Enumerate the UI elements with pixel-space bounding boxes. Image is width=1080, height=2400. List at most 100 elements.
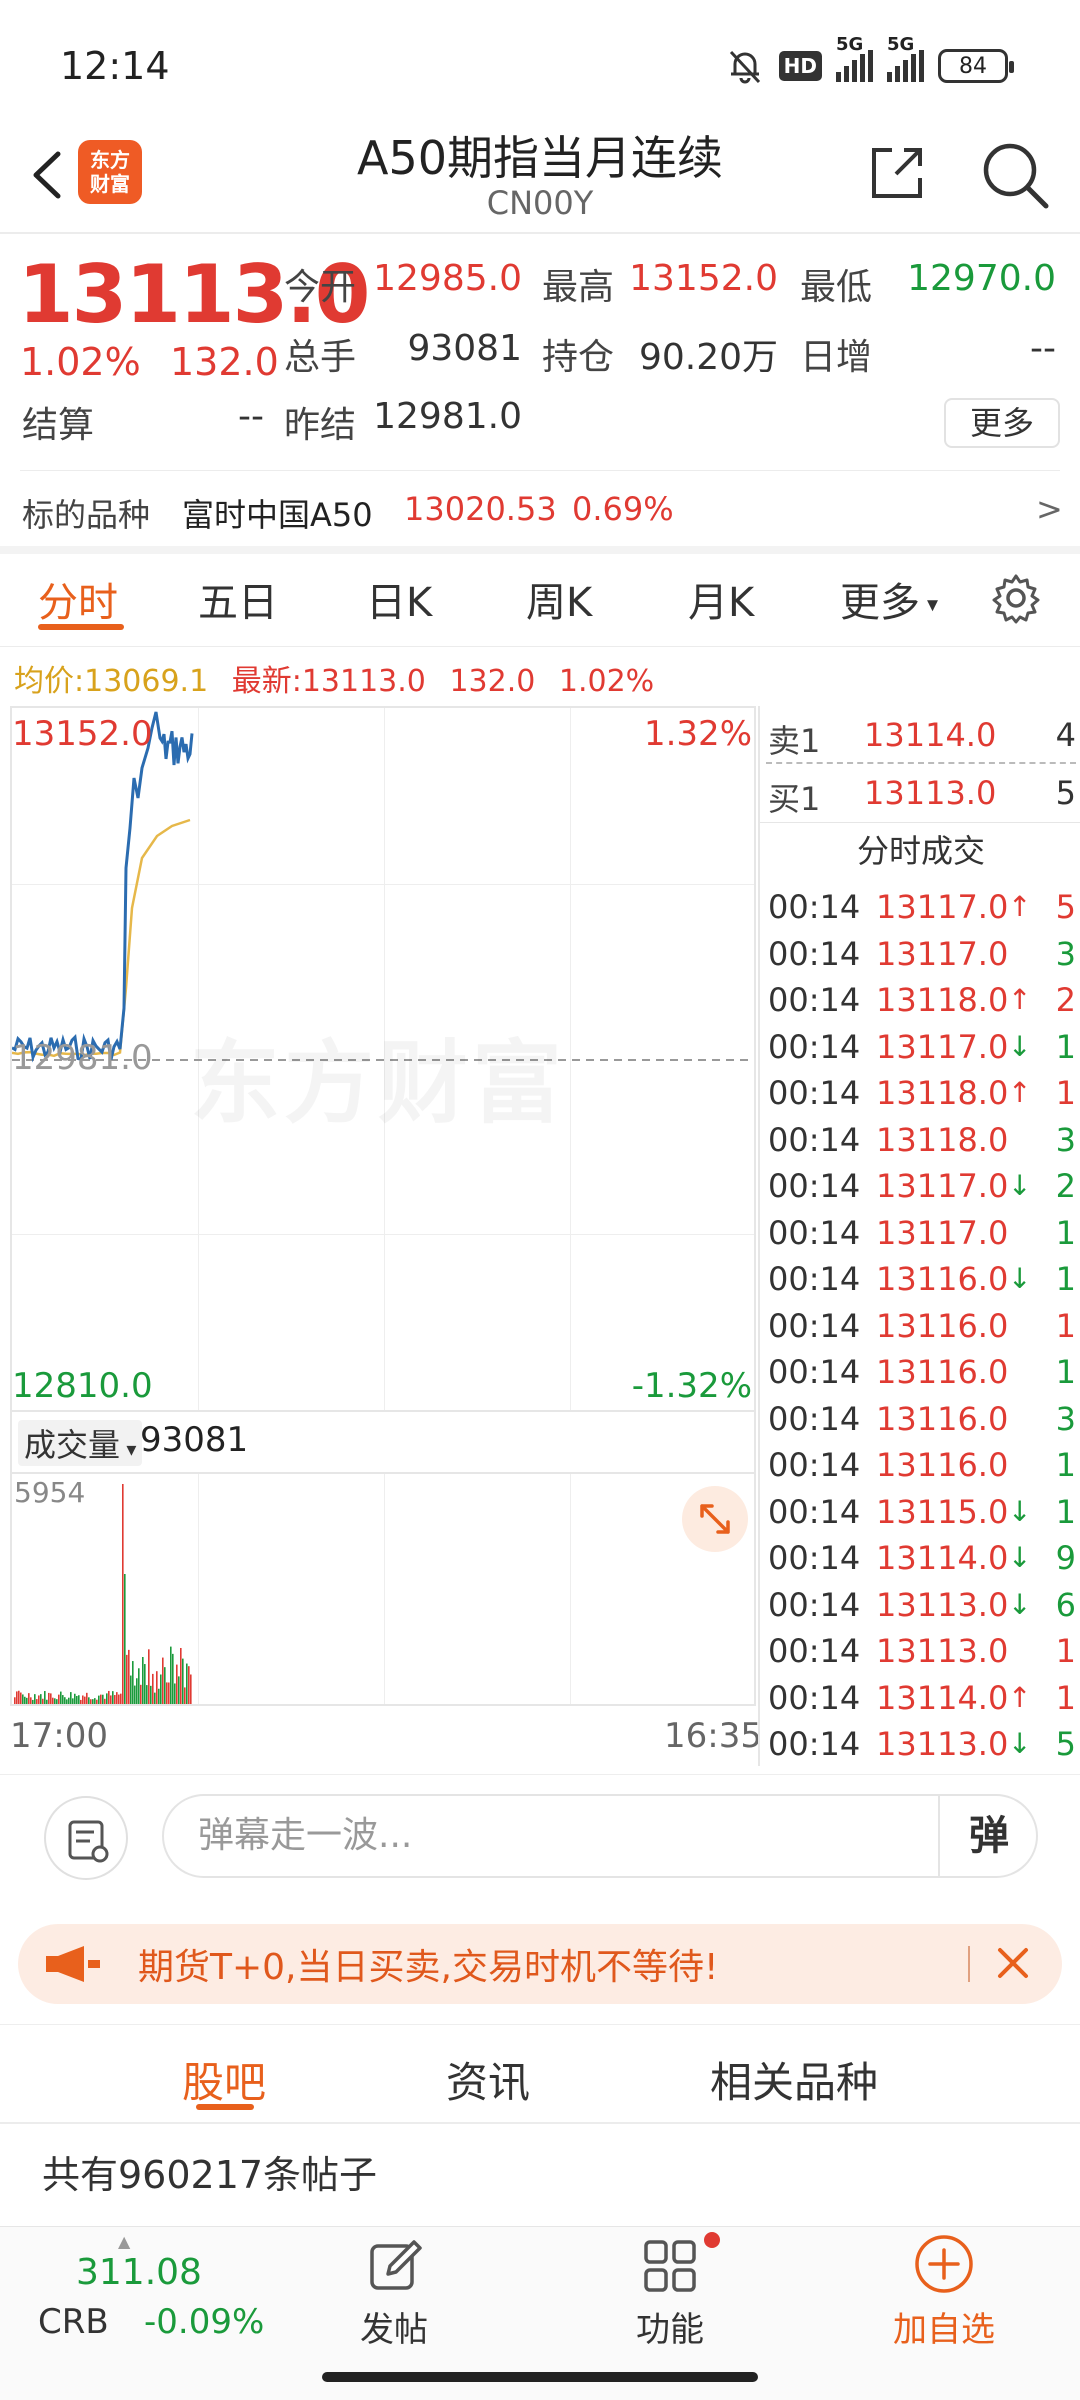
header-divider [0, 232, 1080, 234]
volume-bar [116, 1692, 118, 1704]
trade-time: 00:14 [768, 934, 861, 973]
trade-qty: 3 [1055, 934, 1076, 973]
tab-related[interactable]: 相关品种 [710, 2049, 878, 2110]
volume-bar [108, 1690, 110, 1704]
function-button[interactable]: 功能 [600, 2302, 740, 2351]
change-amount: 132.0 [170, 340, 279, 384]
tab-forum[interactable]: 股吧 [182, 2049, 266, 2110]
trade-time: 00:14 [768, 888, 861, 926]
settle-label: 结算 [22, 405, 95, 446]
status-bar: 12:14 HD 5G 5G 84 [0, 0, 1080, 120]
volume-selector[interactable]: 成交量 ▾ [18, 1420, 143, 1466]
volume-bar [176, 1664, 178, 1704]
trade-qty: 3 [1055, 1120, 1076, 1159]
post-button[interactable]: 发帖 [324, 2302, 464, 2351]
add-watchlist-button[interactable]: 加自选 [874, 2302, 1014, 2351]
volume-bar [104, 1698, 106, 1704]
volume-bar [32, 1699, 34, 1704]
latest-label: 最新: [231, 664, 302, 699]
danmaku-toggle-button[interactable]: 弹 [938, 1794, 1038, 1878]
avg-value: 13069.1 [84, 664, 209, 699]
trade-qty: 6 [1055, 1585, 1076, 1624]
volume-bar [44, 1691, 46, 1704]
prev-settle-label: 昨结 [284, 405, 357, 446]
volume-bar [34, 1694, 36, 1704]
close-icon[interactable] [988, 1938, 1038, 1988]
volume-bar [148, 1649, 150, 1704]
settings-gear-icon[interactable] [990, 572, 1042, 624]
trade-time: 00:14 [768, 1306, 861, 1345]
trade-price: 13113.0 [876, 1632, 1009, 1670]
battery-icon: 84 [938, 49, 1014, 83]
volume-bar [182, 1658, 184, 1704]
volume-bar [78, 1695, 80, 1704]
tab-intraday[interactable]: 分时 [38, 570, 118, 628]
trade-qty: 1 [1055, 1306, 1076, 1345]
expand-icon[interactable] [682, 1486, 748, 1552]
trade-qty: 2 [1055, 1167, 1076, 1205]
trade-price: 13118.0 [876, 1120, 1009, 1159]
volume-bar [102, 1694, 104, 1704]
tab-news[interactable]: 资讯 [446, 2049, 530, 2110]
chart-mid-price: 12981.0 [12, 1038, 153, 1078]
volume-bar [74, 1693, 76, 1704]
danmaku-settings-icon[interactable] [44, 1796, 128, 1880]
search-icon[interactable] [980, 140, 1050, 210]
volume-bar [120, 1693, 122, 1704]
promo-banner[interactable]: 期货T+0,当日买卖,交易时机不等待! [18, 1924, 1062, 2004]
more-button[interactable]: 更多 [944, 398, 1060, 448]
volume-bar [160, 1674, 162, 1704]
volume-bar [128, 1649, 130, 1704]
trade-direction-icon: ↓ [1008, 1262, 1032, 1295]
volume-bar [26, 1697, 28, 1704]
volume-bar [38, 1695, 40, 1704]
volume-bar [124, 1574, 126, 1704]
add-circle-icon[interactable] [912, 2232, 976, 2296]
clock: 12:14 [60, 44, 170, 88]
ask-qty: 4 [1055, 716, 1076, 754]
trade-price: 13116.0 [876, 1260, 1009, 1298]
trade-row: 00:14 13117.0 ↑ 5 [760, 884, 1080, 930]
volume-bar [100, 1694, 102, 1704]
bid-row: 买1 13113.0 5 [760, 770, 1080, 818]
tab-daily-k[interactable]: 日K [366, 570, 432, 628]
volume-bar [174, 1683, 176, 1704]
trade-qty: 1 [1055, 1632, 1076, 1670]
tab-five-day[interactable]: 五日 [198, 570, 278, 628]
danmaku-input[interactable]: 弹幕走一波... [162, 1794, 1038, 1878]
share-icon[interactable] [866, 140, 930, 204]
crb-value[interactable]: 311.08 [76, 2252, 202, 2293]
trade-direction-icon: ↓ [1008, 1494, 1032, 1528]
underlying-label: 标的品种 [22, 496, 151, 534]
volume-bar [126, 1654, 128, 1704]
volume-header: 成交量 ▾ 93081 [10, 1412, 756, 1472]
tab-weekly-k[interactable]: 周K [526, 570, 592, 628]
trade-row: 00:14 13116.0 1 [760, 1442, 1080, 1488]
app-logo: 东方财富 [78, 140, 142, 204]
tab-monthly-k[interactable]: 月K [688, 570, 754, 628]
volume-bar [86, 1692, 88, 1704]
volume-bar [114, 1695, 116, 1704]
volume-bar [88, 1697, 90, 1704]
status-icons: HD 5G 5G 84 [725, 34, 1014, 88]
page-title: A50期指当月连续 [356, 131, 723, 185]
volume-bar [118, 1694, 120, 1704]
volume-bar [54, 1698, 56, 1704]
spread-divider [766, 762, 1076, 764]
trade-time: 00:14 [768, 1167, 861, 1205]
function-grid-icon[interactable] [640, 2236, 700, 2296]
volume-bar [90, 1699, 92, 1704]
ask-row: 卖1 13114.0 4 [760, 712, 1080, 760]
edit-post-icon[interactable] [364, 2236, 424, 2296]
volume-bar [164, 1667, 166, 1704]
trade-time: 00:14 [768, 1074, 861, 1112]
trade-time: 00:14 [768, 1027, 861, 1066]
tab-more[interactable]: 更多 ▾ [840, 570, 938, 628]
trade-row: 00:14 13114.0 ↓ 9 [760, 1535, 1080, 1581]
volume-bar [134, 1685, 136, 1704]
underlying-row[interactable]: 标的品种 富时中国A50 13020.53 0.69% > [0, 480, 1080, 544]
price-summary: 均价:13069.1 最新:13113.0 132.0 1.02% [14, 656, 668, 700]
notification-dot [704, 2232, 720, 2248]
back-button[interactable] [22, 140, 82, 210]
promo-text: 期货T+0,当日买卖,交易时机不等待! [138, 1947, 719, 1988]
